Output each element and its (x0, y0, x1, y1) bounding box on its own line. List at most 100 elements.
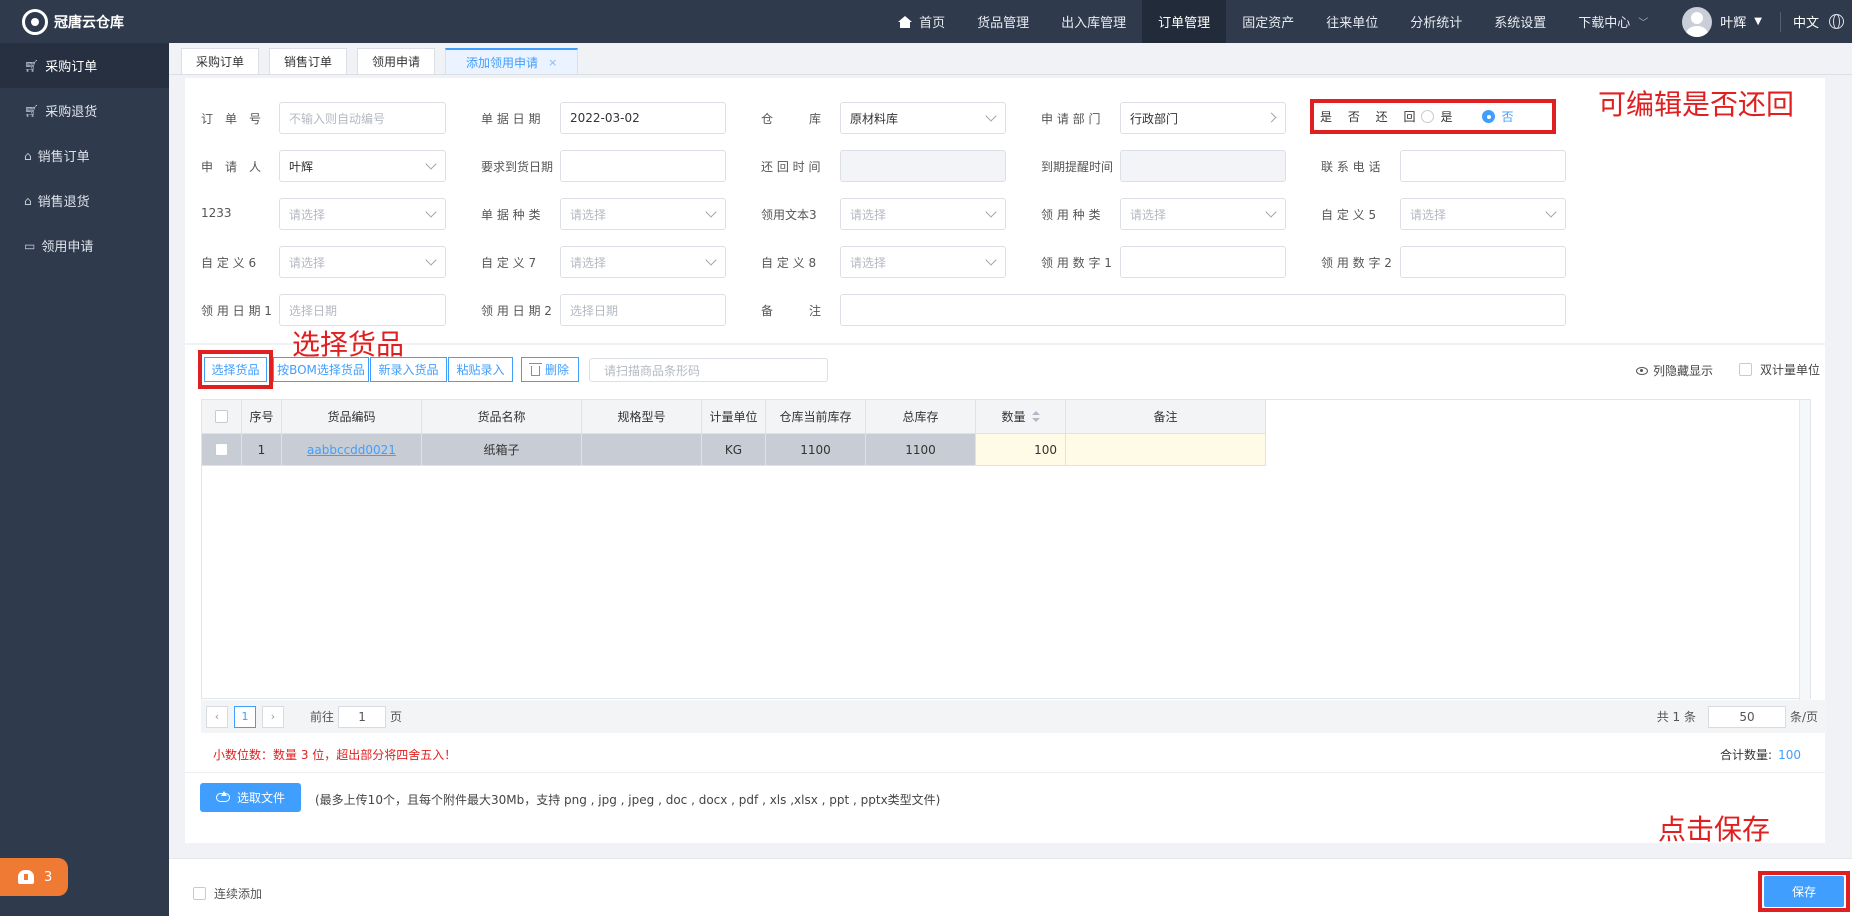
date1-input[interactable]: 选择日期 (279, 294, 446, 326)
row-code: aabbccdd0021 (282, 434, 422, 465)
warehouse-select[interactable]: 原材料库 (840, 102, 1006, 134)
doc-type-select[interactable]: 请选择 (560, 198, 726, 230)
chevron-right-icon (1266, 112, 1277, 123)
use-type-select[interactable]: 请选择 (1120, 198, 1286, 230)
paste-button[interactable]: 粘贴录入 (448, 357, 513, 382)
tab-sales-order[interactable]: 销售订单 (269, 48, 348, 74)
return-no-label: 否 (1501, 110, 1514, 124)
user-menu[interactable]: 叶辉 ▼ (1664, 0, 1780, 43)
pagination: ‹ 1 › 前往 1 页 共 1 条 50 条/页 (201, 700, 1826, 733)
return-no-radio[interactable] (1482, 110, 1496, 123)
page-1-button[interactable]: 1 (234, 705, 256, 728)
alert-button[interactable]: 3 (0, 858, 68, 896)
doc-type-label: 单 据 种 类 (481, 208, 541, 222)
tab-requisition[interactable]: 领用申请 (357, 48, 436, 74)
page-size-select[interactable]: 50 (1707, 705, 1786, 728)
next-page-button[interactable]: › (262, 705, 284, 728)
goto-page-input[interactable]: 1 (338, 705, 387, 728)
save-button[interactable]: 保存 (1764, 876, 1844, 907)
sort-icon[interactable] (1031, 410, 1040, 423)
continue-add-checkbox[interactable]: 连续添加 (193, 885, 262, 902)
header-total: 总库存 (866, 400, 976, 433)
num2-input[interactable] (1400, 246, 1566, 278)
text3-label: 领用文本3 (761, 208, 817, 222)
dual-unit-check[interactable] (1739, 363, 1752, 376)
custom6-select[interactable]: 请选择 (279, 246, 446, 278)
num1-input[interactable] (1120, 246, 1286, 278)
date2-input[interactable]: 选择日期 (560, 294, 726, 326)
pager-right: 共 1 条 50 条/页 (1657, 700, 1826, 733)
custom5-select[interactable]: 请选择 (1400, 198, 1566, 230)
row-checkbox[interactable] (215, 443, 228, 456)
f1233-select[interactable]: 请选择 (279, 198, 446, 230)
custom7-select[interactable]: 请选择 (560, 246, 726, 278)
select-goods-highlight (198, 350, 273, 389)
bom-select-button[interactable]: 按BOM选择货品 (273, 357, 369, 382)
order-no-label: 订 单 号 (201, 112, 262, 126)
continue-add-check[interactable] (193, 887, 206, 900)
chevron-down-icon: ﹀ (1638, 18, 1649, 29)
num1-label: 领 用 数 字 1 (1041, 256, 1112, 270)
annotation-return-editable: 可编辑是否还回 (1598, 88, 1795, 121)
f1233-label: 1233 (201, 206, 232, 220)
nav-home[interactable]: 首页 (882, 0, 961, 43)
caret-down-icon: ▼ (1754, 16, 1762, 27)
column-visibility-toggle[interactable]: 列隐藏显示 (1636, 362, 1713, 379)
row-note-input[interactable] (1066, 434, 1266, 465)
return-yes-label: 是 (1440, 110, 1453, 124)
custom6-label: 自 定 义 6 (201, 256, 257, 270)
sidebar-item-purchase-return[interactable]: 🛒︎ 采购退货 (0, 88, 169, 133)
header-qty[interactable]: 数量 (976, 400, 1066, 433)
table-row[interactable]: 1 aabbccdd0021 纸箱子 KG 1100 1100 100 (202, 434, 1266, 466)
choose-file-button[interactable]: 选取文件 (200, 783, 301, 812)
header-code: 货品编码 (282, 400, 422, 433)
alarm-icon (18, 870, 34, 884)
table-scrollbar[interactable] (1799, 400, 1810, 700)
applicant-select[interactable]: 叶辉 (279, 150, 446, 182)
language-switch[interactable]: 中文 (1779, 11, 1852, 32)
tab-purchase-order[interactable]: 采购订单 (181, 48, 260, 74)
phone-input[interactable] (1400, 150, 1566, 182)
nav-analytics[interactable]: 分析统计 (1394, 0, 1478, 43)
nav-settings[interactable]: 系统设置 (1478, 0, 1562, 43)
goto-label: 前往 (310, 710, 335, 724)
sidebar-item-purchase-order[interactable]: 🛒︎ 采购订单 (0, 43, 169, 88)
row-spec (582, 434, 702, 465)
goods-code-link[interactable]: aabbccdd0021 (307, 443, 396, 457)
nav-partners[interactable]: 往来单位 (1310, 0, 1394, 43)
barcode-scan-input[interactable]: 请扫描商品条形码 (589, 358, 828, 382)
nav-assets[interactable]: 固定资产 (1226, 0, 1310, 43)
prev-page-button[interactable]: ‹ (206, 705, 228, 728)
order-no-input[interactable]: 不输入则自动编号 (279, 102, 446, 134)
app-logo[interactable]: 冠唐云仓库 (0, 0, 169, 43)
close-icon[interactable]: × (548, 56, 557, 69)
row-stock: 1100 (766, 434, 866, 465)
tab-add-requisition[interactable]: 添加领用申请 × (445, 48, 579, 74)
arrival-date-input[interactable] (560, 150, 726, 182)
remark-input[interactable] (840, 294, 1566, 326)
chevron-down-icon (985, 110, 997, 122)
dept-label: 申 请 部 门 (1041, 112, 1101, 126)
main-nav: 首页 货品管理 出入库管理 订单管理 固定资产 往来单位 分析统计 系统设置 下… (882, 0, 1852, 43)
doc-date-input[interactable]: 2022-03-02 (560, 102, 726, 134)
dual-unit-checkbox[interactable]: 双计量单位 (1739, 361, 1820, 378)
new-goods-button[interactable]: 新录入货品 (370, 357, 447, 382)
phone-label: 联 系 电 话 (1321, 160, 1381, 174)
sidebar-item-sales-order[interactable]: ⌂ 销售订单 (0, 133, 169, 178)
nav-inout[interactable]: 出入库管理 (1045, 0, 1142, 43)
row-qty-input[interactable]: 100 (976, 434, 1066, 465)
text3-select[interactable]: 请选择 (840, 198, 1006, 230)
custom7-label: 自 定 义 7 (481, 256, 537, 270)
use-type-label: 领 用 种 类 (1041, 208, 1101, 222)
sidebar-item-sales-return[interactable]: ⌂ 销售退货 (0, 178, 169, 223)
return-yes-radio[interactable] (1421, 110, 1435, 123)
custom8-select[interactable]: 请选择 (840, 246, 1006, 278)
briefcase-icon: ▭ (24, 238, 36, 253)
nav-orders[interactable]: 订单管理 (1142, 0, 1227, 43)
delete-button[interactable]: 删除 (521, 357, 579, 382)
dept-select[interactable]: 行政部门 (1120, 102, 1286, 134)
select-all-checkbox[interactable] (215, 410, 228, 423)
sidebar-item-requisition[interactable]: ▭ 领用申请 (0, 223, 169, 268)
nav-download[interactable]: 下载中心 ﹀ (1562, 0, 1664, 43)
nav-goods[interactable]: 货品管理 (961, 0, 1045, 43)
